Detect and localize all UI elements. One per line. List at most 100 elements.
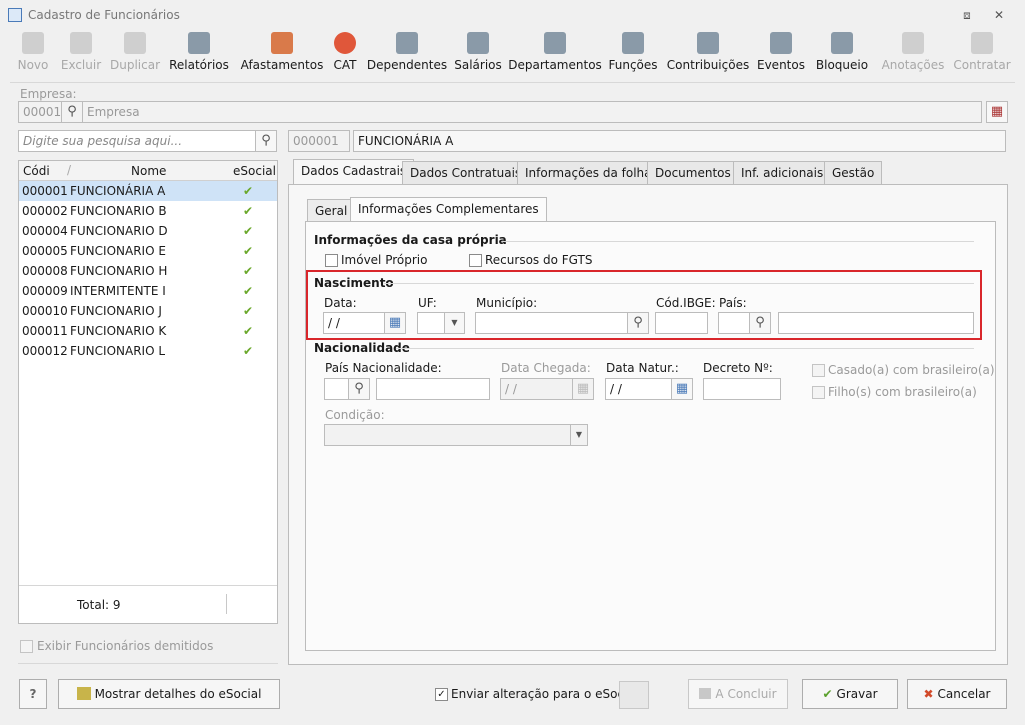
filho-brasileiro-label: Filho(s) com brasileiro(a) [828, 385, 977, 399]
esocial-details-button[interactable]: Mostrar detalhes do eSocial [58, 679, 280, 709]
toolbar-button-contratar: Contratar [953, 32, 1011, 78]
col-header-code[interactable]: Códi [23, 164, 50, 178]
concluir-button: A Concluir [688, 679, 788, 709]
esocial-check-icon: ✔ [243, 344, 254, 358]
toolbar-button-dependentes[interactable]: Dependentes [367, 32, 447, 78]
search-input[interactable]: Digite sua pesquisa aqui... [18, 130, 256, 152]
ibge-input[interactable] [655, 312, 708, 334]
duplicate-icon [123, 32, 146, 54]
employee-name-field[interactable]: FUNCIONÁRIA A [353, 130, 1006, 152]
toolbar-button-funcoes[interactable]: Funções [608, 32, 658, 78]
toolbar-button-bloqueio[interactable]: Bloqueio [816, 32, 868, 78]
table-row[interactable]: 000005 FUNCIONARIO E ✔ [19, 241, 277, 261]
send-change-label: Enviar alteração para o eSocial [451, 687, 639, 701]
toolbar-button-duplicar: Duplicar [110, 32, 160, 78]
notes-icon [901, 32, 924, 54]
subtab-geral[interactable]: Geral [307, 199, 356, 223]
send-change-checkbox[interactable]: ✓ [435, 688, 448, 701]
table-row[interactable]: 000009 INTERMITENTE I ✔ [19, 281, 277, 301]
restore-icon[interactable]: ⧈ [958, 6, 976, 24]
row-code: 000001 [22, 184, 68, 198]
toolbar-button-salarios[interactable]: Salários [454, 32, 502, 78]
data-natur-calendar-icon[interactable]: ▦ [671, 378, 693, 400]
toolbar-label: Duplicar [109, 58, 160, 72]
tab-documentos[interactable]: Documentos [647, 161, 739, 185]
decreto-input[interactable] [703, 378, 781, 400]
col-header-esocial[interactable]: eSocial [233, 164, 276, 178]
table-row[interactable]: 000002 FUNCIONARIO B ✔ [19, 201, 277, 221]
esocial-check-icon: ✔ [243, 204, 254, 218]
condicao-select [324, 424, 572, 446]
toolbar-label: Dependentes [366, 58, 448, 72]
lock-icon [830, 32, 853, 54]
table-row[interactable]: 000004 FUNCIONARIO D ✔ [19, 221, 277, 241]
toolbar-button-cat[interactable]: CAT [334, 32, 357, 78]
casado-brasileiro-label: Casado(a) com brasileiro(a) [828, 363, 995, 377]
esocial-send-icon [619, 681, 649, 709]
municipio-input[interactable] [475, 312, 628, 334]
cross-icon [334, 32, 356, 54]
calendar-button-icon[interactable]: ▦ [986, 101, 1008, 123]
esocial-details-label: Mostrar detalhes do eSocial [94, 687, 262, 701]
table-row[interactable]: 000001 FUNCIONÁRIA A ✔ [19, 181, 277, 201]
subtab-informacoes-complementares[interactable]: Informações Complementares [350, 197, 547, 223]
grid-footer: Total: 9 [19, 585, 277, 623]
pais-name-input[interactable] [778, 312, 974, 334]
empresa-name-field: Empresa [82, 101, 982, 123]
data-nascimento-input[interactable]: / / [323, 312, 385, 334]
data-natur-input[interactable]: / / [605, 378, 672, 400]
toolbar-label: Eventos [757, 58, 805, 72]
municipio-search-icon[interactable]: ⚲ [627, 312, 649, 334]
list-icon [769, 32, 792, 54]
imovel-proprio-checkbox[interactable] [325, 254, 338, 267]
pais-nacionalidade-search-icon[interactable]: ⚲ [348, 378, 370, 400]
uf-chevron-down-icon[interactable]: ▼ [444, 312, 465, 334]
close-icon[interactable]: ✕ [990, 6, 1008, 24]
table-row[interactable]: 000008 FUNCIONARIO H ✔ [19, 261, 277, 281]
money-icon [467, 32, 489, 54]
esocial-check-icon: ✔ [243, 284, 254, 298]
hire-icon [971, 32, 993, 54]
help-button[interactable]: ? [19, 679, 47, 709]
toolbar-label: Contratar [953, 58, 1011, 72]
row-code: 000011 [22, 324, 68, 338]
toolbar-label: Relatórios [169, 58, 229, 72]
toolbar-button-contribuicoes[interactable]: Contribuições [667, 32, 749, 78]
toolbar-button-eventos[interactable]: Eventos [757, 32, 805, 78]
tab-gestao[interactable]: Gestão [824, 161, 883, 185]
tab-dados-cadastrais[interactable]: Dados Cadastrais [293, 159, 415, 185]
row-code: 000012 [22, 344, 68, 358]
col-header-name[interactable]: Nome [131, 164, 166, 178]
table-row[interactable]: 000012 FUNCIONARIO L ✔ [19, 341, 277, 361]
toolbar-label: Funções [608, 58, 658, 72]
gravar-button[interactable]: ✔ Gravar [802, 679, 898, 709]
tab-dados-contratuais[interactable]: Dados Contratuais [402, 161, 530, 185]
toolbar-button-afastamentos[interactable]: Afastamentos [240, 32, 324, 78]
house-icon [271, 32, 293, 54]
table-row[interactable]: 000010 FUNCIONARIO J ✔ [19, 301, 277, 321]
footer-divider [226, 594, 227, 614]
table-row[interactable]: 000011 FUNCIONARIO K ✔ [19, 321, 277, 341]
row-name: FUNCIONARIO K [70, 324, 167, 338]
tab-informacoes-folha[interactable]: Informações da folha [517, 161, 660, 185]
pais-nacionalidade-code[interactable] [324, 378, 350, 400]
recursos-fgts-checkbox[interactable] [469, 254, 482, 267]
toolbar-button-relatorios[interactable]: Relatórios [169, 32, 229, 78]
pais-code-input[interactable] [718, 312, 750, 334]
pais-nacionalidade-name[interactable] [376, 378, 490, 400]
tab-inf-adicionais[interactable]: Inf. adicionais [733, 161, 832, 185]
toolbar-label: Afastamentos [240, 58, 324, 72]
toolbar: Novo Excluir Duplicar Relatórios Afastamento… [0, 30, 1025, 80]
esocial-check-icon: ✔ [243, 304, 254, 318]
uf-label: UF: [418, 296, 437, 310]
uf-select[interactable] [417, 312, 445, 334]
row-code: 000009 [22, 284, 68, 298]
data-nascimento-calendar-icon[interactable]: ▦ [384, 312, 406, 334]
toolbar-button-departamentos[interactable]: Departamentos [508, 32, 602, 78]
pais-search-icon[interactable]: ⚲ [749, 312, 771, 334]
search-button-icon[interactable]: ⚲ [255, 130, 277, 152]
left-divider [18, 663, 278, 664]
row-code: 000008 [22, 264, 68, 278]
contribution-icon [697, 32, 719, 54]
cancelar-button[interactable]: ✖ Cancelar [907, 679, 1007, 709]
